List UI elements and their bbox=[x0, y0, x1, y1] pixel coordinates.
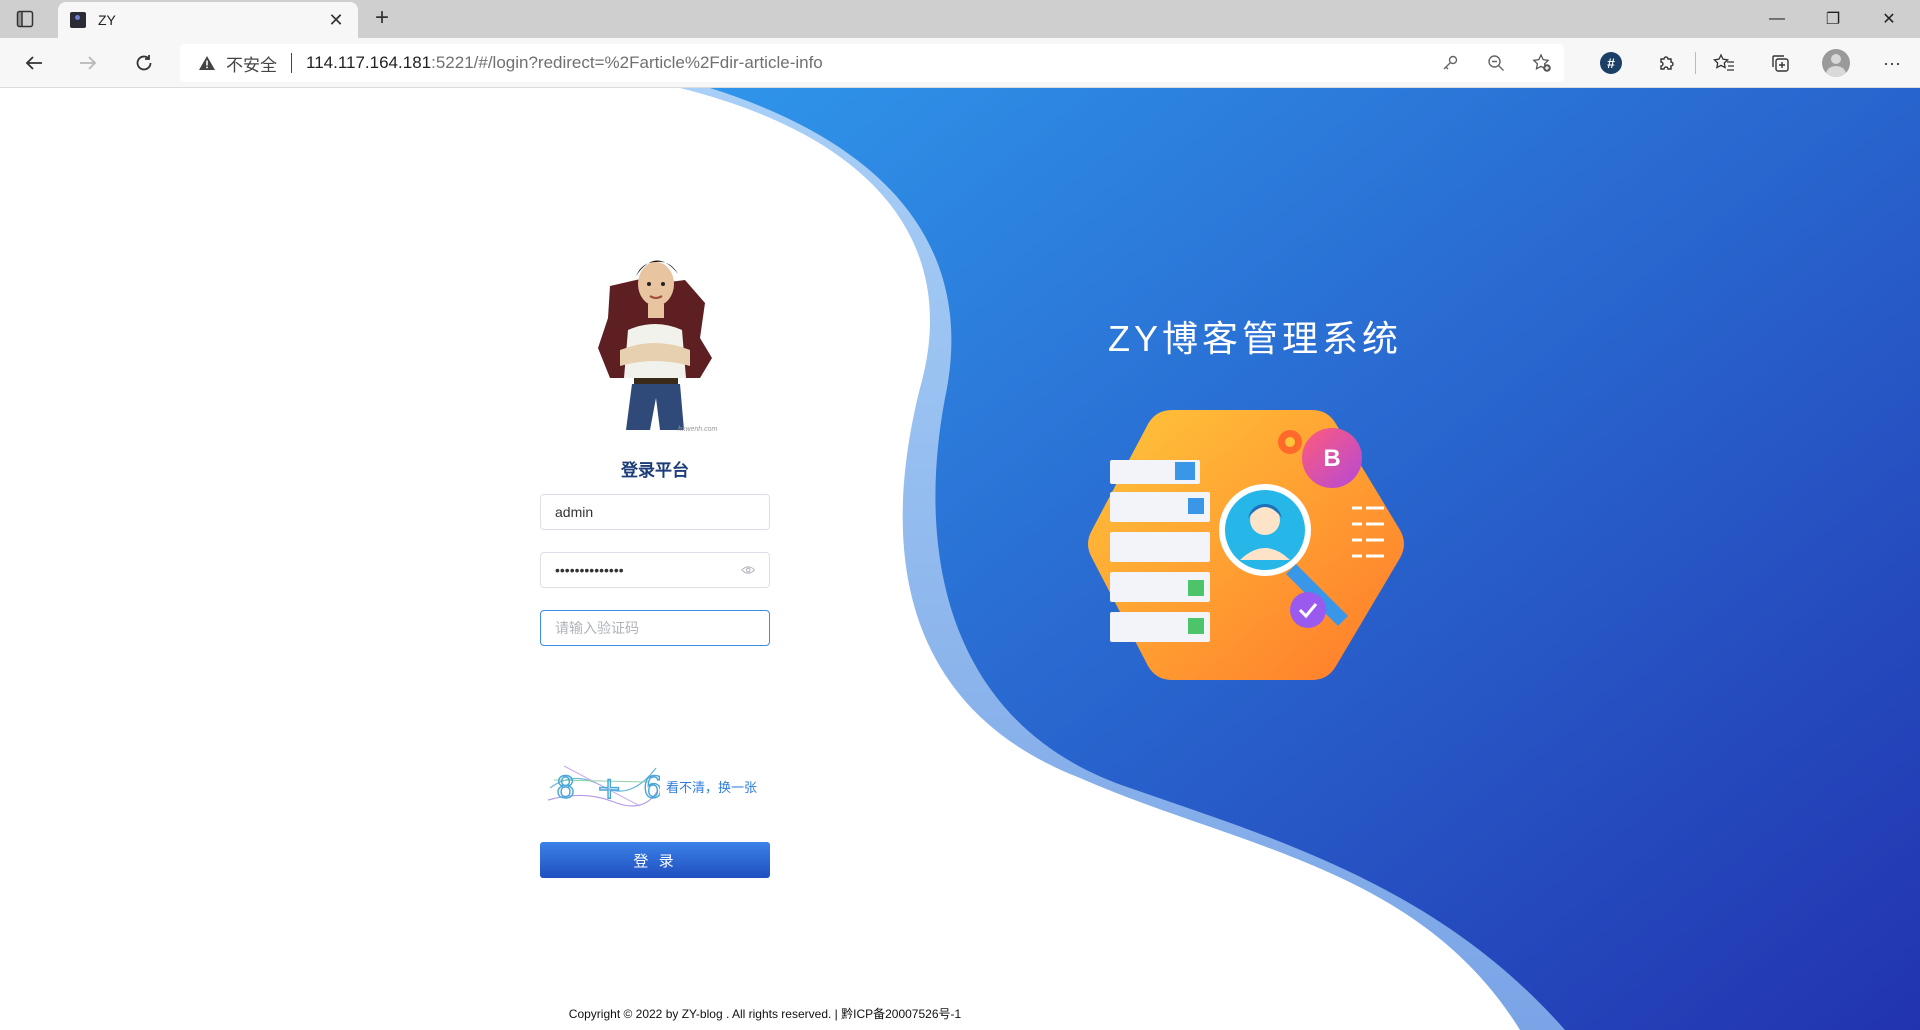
address-bar[interactable]: 不安全 114.117.164.181 :5221/#/login?redire… bbox=[180, 44, 1564, 82]
background-wave bbox=[680, 88, 1920, 1030]
captcha-row: 8 + 6 看不清，换一张 bbox=[540, 756, 770, 810]
tab-title: ZY bbox=[98, 12, 116, 28]
address-separator bbox=[291, 53, 292, 73]
hash-extension-icon: # bbox=[1600, 52, 1622, 74]
window-minimize-button[interactable]: — bbox=[1750, 0, 1804, 38]
favorites-icon bbox=[1713, 53, 1734, 71]
back-icon bbox=[25, 56, 42, 70]
login-title: 登录平台 bbox=[621, 461, 689, 480]
collections-button[interactable] bbox=[1752, 38, 1808, 88]
browser-tab-strip: ZY ✕ + — ❐ ✕ bbox=[0, 0, 1920, 38]
username-input[interactable] bbox=[555, 504, 755, 520]
footer-copyright: Copyright © 2022 by ZY-blog . All rights… bbox=[568, 1007, 962, 1021]
login-page: hxwenh.com 登录平台 8 + 6 看不清，换一张 登 录 ZY博客管理… bbox=[0, 88, 1920, 1030]
favorites-button[interactable] bbox=[1696, 38, 1752, 88]
browser-toolbar: 不安全 114.117.164.181 :5221/#/login?redire… bbox=[0, 38, 1920, 88]
captcha-refresh-link[interactable]: 看不清，换一张 bbox=[666, 777, 757, 796]
extensions-button[interactable] bbox=[1639, 38, 1695, 88]
forward-button[interactable] bbox=[72, 47, 104, 79]
system-title: ZY博客管理系统 bbox=[1107, 318, 1402, 359]
profile-icon bbox=[1822, 49, 1850, 77]
cartoon-avatar: hxwenh.com bbox=[590, 238, 720, 433]
tab-close-icon[interactable]: ✕ bbox=[326, 10, 346, 31]
avatar-watermark: hxwenh.com bbox=[678, 426, 718, 433]
refresh-icon bbox=[136, 55, 152, 71]
favorite-add-icon[interactable] bbox=[1530, 51, 1554, 75]
url-host: 114.117.164.181 bbox=[306, 53, 432, 72]
insecure-label[interactable]: 不安全 bbox=[226, 51, 277, 76]
badge-letter: B bbox=[1323, 445, 1340, 472]
forward-icon bbox=[80, 56, 97, 70]
refresh-button[interactable] bbox=[128, 47, 160, 79]
warning-icon[interactable] bbox=[198, 54, 216, 72]
sidebar-toggle-icon[interactable] bbox=[14, 8, 36, 30]
browser-tab[interactable]: ZY ✕ bbox=[58, 2, 358, 38]
site-favicon-icon bbox=[70, 12, 86, 28]
eye-icon[interactable] bbox=[740, 564, 755, 576]
window-close-button[interactable]: ✕ bbox=[1862, 0, 1916, 38]
captcha-field[interactable] bbox=[540, 610, 770, 646]
hero-illustration: B bbox=[1088, 410, 1404, 680]
login-button[interactable]: 登 录 bbox=[540, 842, 770, 878]
back-button[interactable] bbox=[18, 47, 50, 79]
profile-button[interactable] bbox=[1808, 38, 1864, 88]
captcha-image[interactable]: 8 + 6 bbox=[544, 760, 660, 810]
key-icon[interactable] bbox=[1438, 51, 1462, 75]
more-menu-button[interactable]: ··· bbox=[1864, 38, 1920, 88]
extensions-icon bbox=[1660, 56, 1674, 70]
password-input[interactable] bbox=[555, 562, 735, 578]
window-restore-button[interactable]: ❐ bbox=[1806, 0, 1860, 38]
password-field[interactable] bbox=[540, 552, 770, 588]
extension-hash-button[interactable]: # bbox=[1583, 38, 1639, 88]
username-field[interactable] bbox=[540, 494, 770, 530]
new-tab-button[interactable]: + bbox=[368, 4, 396, 32]
url-path: :5221/#/login?redirect=%2Farticle%2Fdir-… bbox=[431, 53, 823, 72]
captcha-text: 8 + 6 bbox=[556, 771, 660, 806]
captcha-input[interactable] bbox=[555, 620, 755, 636]
zoom-out-icon[interactable] bbox=[1484, 51, 1508, 75]
collections-icon bbox=[1772, 55, 1789, 72]
